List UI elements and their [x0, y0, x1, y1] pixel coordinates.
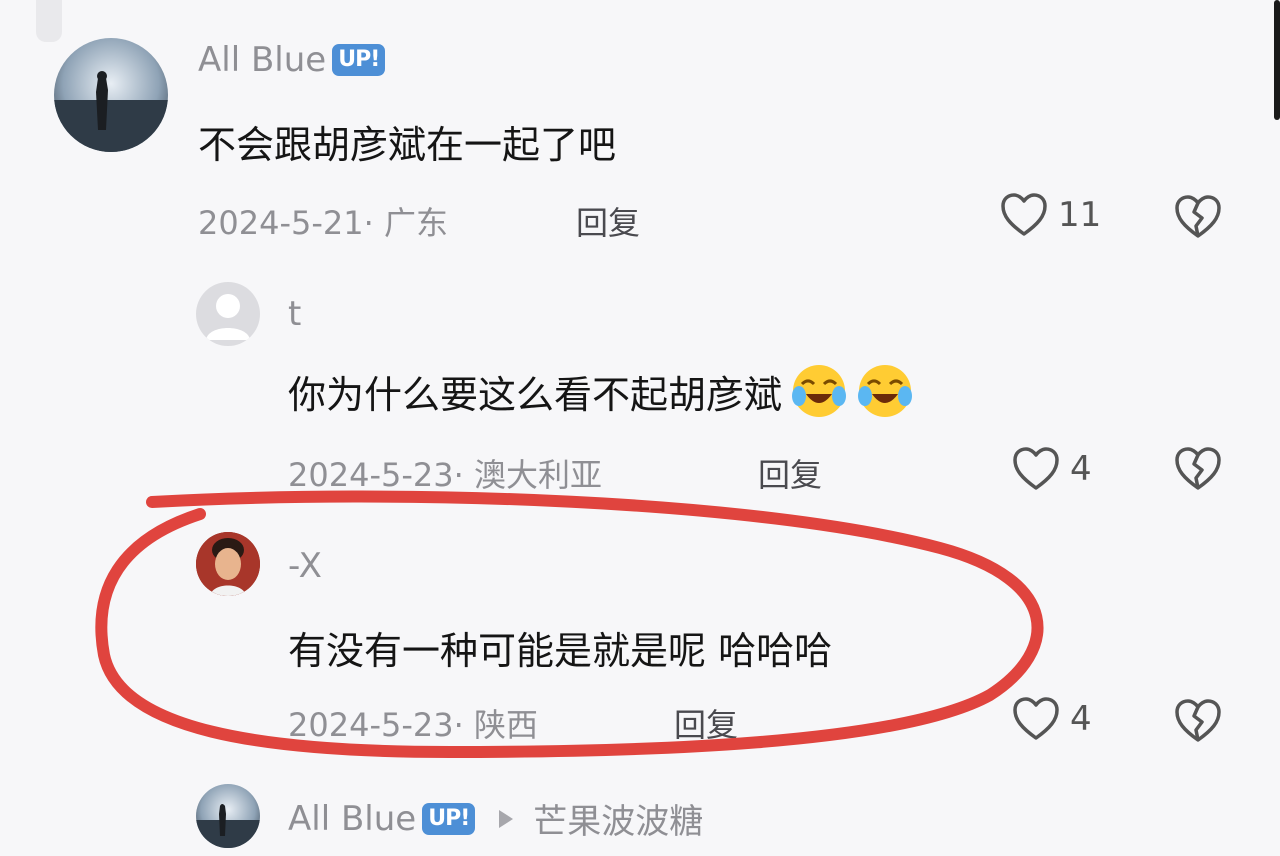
like-button[interactable]: 4: [1012, 696, 1092, 742]
comment-date-location: 2024-5-23· 澳大利亚: [288, 456, 602, 494]
triangle-right-icon: [499, 809, 514, 828]
like-button[interactable]: 11: [1000, 192, 1101, 238]
like-count: 4: [1070, 699, 1092, 739]
heart-outline-icon: [1013, 447, 1059, 490]
reply-to-username[interactable]: 芒果波波糖: [533, 794, 703, 843]
comment-username[interactable]: All Blue UP!: [198, 40, 386, 80]
like-count: 4: [1070, 449, 1092, 489]
username-text: All Blue: [288, 798, 417, 839]
crying-laughing-emoji-icon: [858, 365, 913, 417]
comment-username[interactable]: t: [288, 294, 301, 334]
comment-text: 不会跟胡彦斌在一起了吧: [198, 123, 617, 167]
reply-button[interactable]: 回复: [758, 450, 822, 496]
comment-username[interactable]: All Blue UP! 芒果波波糖: [288, 794, 703, 843]
broken-heart-icon: [1175, 447, 1221, 490]
comment-text: 有没有一种可能是就是呢 哈哈哈: [288, 629, 833, 673]
avatar[interactable]: [196, 784, 260, 848]
heart-outline-icon: [1013, 697, 1059, 740]
top-scroll-handle: [36, 0, 62, 42]
default-user-icon: [206, 294, 250, 340]
like-button[interactable]: 4: [1012, 446, 1092, 492]
reply-button[interactable]: 回复: [576, 198, 640, 244]
comment-text-row: 你为什么要这么看不起胡彦斌: [288, 362, 914, 420]
heart-outline-icon: [1001, 193, 1047, 236]
avatar-image: [196, 532, 260, 596]
comment-text: 你为什么要这么看不起胡彦斌: [288, 372, 783, 417]
avatar-image: [196, 784, 260, 848]
dislike-button[interactable]: [1174, 698, 1222, 748]
up-badge: UP!: [422, 802, 476, 835]
broken-heart-icon: [1175, 699, 1221, 742]
avatar[interactable]: [196, 282, 260, 346]
avatar[interactable]: [54, 38, 168, 152]
username-text: All Blue: [198, 40, 327, 80]
avatar-image: [54, 38, 168, 152]
username-text: t: [288, 294, 302, 334]
avatar[interactable]: [196, 532, 260, 596]
dislike-button[interactable]: [1174, 446, 1222, 496]
like-count: 11: [1058, 195, 1102, 235]
comment-date-location: 2024-5-21· 广东: [198, 204, 448, 242]
up-badge: UP!: [332, 44, 386, 76]
reply-button[interactable]: 回复: [674, 700, 738, 746]
broken-heart-icon: [1175, 195, 1221, 238]
comment-date-location: 2024-5-23· 陕西: [288, 706, 538, 744]
screen-edge: [1274, 0, 1280, 120]
username-text: -X: [288, 546, 322, 586]
dislike-button[interactable]: [1174, 194, 1222, 244]
crying-laughing-emoji-icon: [792, 365, 847, 417]
comment-username[interactable]: -X: [288, 546, 322, 586]
